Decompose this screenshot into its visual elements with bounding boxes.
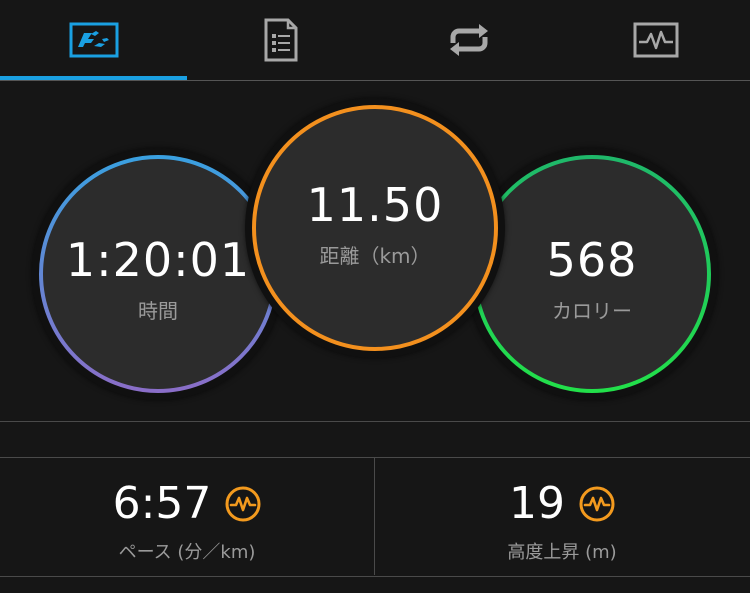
- time-value: 1:20:01: [65, 233, 251, 287]
- summary-divider: [0, 421, 750, 422]
- tab-charts[interactable]: [562, 0, 749, 80]
- calories-label: カロリー: [552, 299, 632, 323]
- calories-value: 568: [546, 233, 638, 287]
- elevation-value-row: 19: [509, 482, 615, 526]
- elevation-value: 19: [509, 478, 565, 529]
- time-label: 時間: [138, 299, 178, 323]
- pace-value: 6:57: [112, 478, 212, 529]
- tab-details[interactable]: [187, 0, 374, 80]
- pace-metric[interactable]: 6:57 ペース (分／km): [0, 458, 374, 576]
- activity-graph-icon: [633, 22, 678, 58]
- time-ring-content: 1:20:01 時間: [44, 160, 272, 388]
- calories-ring-content: 568 カロリー: [478, 160, 706, 388]
- loop-arrows-icon: [449, 24, 488, 56]
- active-tab-indicator: [0, 76, 187, 80]
- elevation-metric[interactable]: 19 高度上昇 (m): [375, 458, 749, 576]
- tab-bar: [0, 0, 750, 81]
- tab-laps[interactable]: [375, 0, 562, 80]
- distance-ring-content: 11.50 距離（km）: [257, 110, 493, 346]
- heart-rate-badge-icon: [579, 486, 615, 522]
- metrics-divider: [374, 457, 375, 575]
- document-list-icon: [264, 18, 297, 62]
- running-stats-icon: [69, 22, 118, 58]
- elevation-label: 高度上昇 (m): [507, 542, 617, 563]
- pace-value-row: 6:57: [113, 482, 262, 526]
- heart-rate-badge-icon: [225, 486, 261, 522]
- metrics-row: 6:57 ペース (分／km) 19 高度上昇 (m): [0, 457, 750, 577]
- distance-value: 11.50: [306, 178, 444, 232]
- tab-overview[interactable]: [0, 0, 187, 80]
- pace-label: ペース (分／km): [118, 542, 256, 563]
- distance-ring: 11.50 距離（km）: [245, 98, 505, 358]
- distance-label: 距離（km）: [319, 244, 431, 268]
